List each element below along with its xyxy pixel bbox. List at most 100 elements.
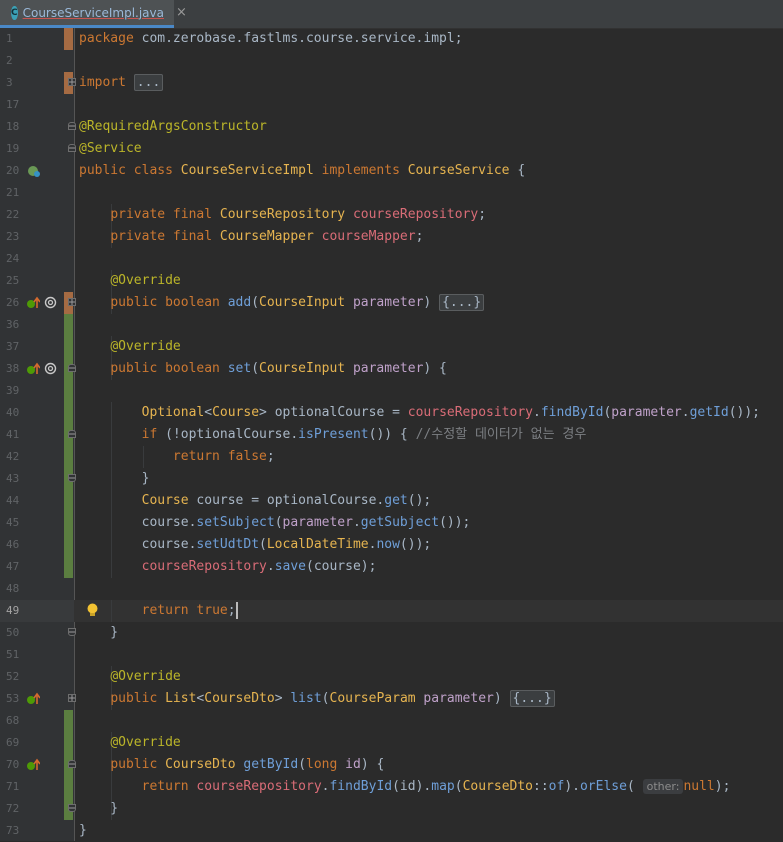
code-line[interactable]: 44 Course course = optionalCourse.get(); [0, 490, 783, 512]
line-number[interactable]: 2 [0, 50, 36, 72]
line-number[interactable]: 44 [0, 490, 36, 512]
line-number[interactable]: 22 [0, 204, 36, 226]
code-line[interactable]: 18 @RequiredArgsConstructor [0, 116, 783, 138]
code-line[interactable]: 68 [0, 710, 783, 732]
code-line[interactable]: 50 } [0, 622, 783, 644]
line-number[interactable]: 18 [0, 116, 36, 138]
line-number[interactable]: 45 [0, 512, 36, 534]
vcs-added-marker[interactable] [64, 556, 73, 578]
editor-tab[interactable]: C CourseServiceImpl.java × [0, 0, 187, 28]
close-icon[interactable]: × [176, 5, 187, 20]
line-number[interactable]: 71 [0, 776, 36, 798]
code-line[interactable]: 24 [0, 248, 783, 270]
code-text[interactable]: public boolean add(CourseInput parameter… [79, 292, 485, 314]
vcs-modified-marker[interactable] [64, 28, 73, 50]
code-line[interactable]: 37 @Override [0, 336, 783, 358]
code-line[interactable]: 1 package com.zerobase.fastlms.course.ser… [0, 28, 783, 50]
line-number[interactable]: 47 [0, 556, 36, 578]
fold-expand-icon[interactable] [68, 298, 76, 306]
code-line[interactable]: 45 course.setSubject(parameter.getSubjec… [0, 512, 783, 534]
implements-method-icon[interactable] [26, 292, 41, 314]
code-line[interactable]: 23 private final CourseMapper courseMapp… [0, 226, 783, 248]
code-text[interactable]: @RequiredArgsConstructor [79, 116, 267, 138]
fold-collapse-icon[interactable] [68, 430, 76, 438]
code-text[interactable]: public boolean set(CourseInput parameter… [79, 358, 447, 380]
code-line[interactable]: 2 [0, 50, 783, 72]
code-line[interactable]: 25 @Override [0, 270, 783, 292]
vcs-added-marker[interactable] [64, 336, 73, 358]
code-text[interactable]: return true; [79, 600, 238, 622]
line-number[interactable]: 42 [0, 446, 36, 468]
line-number[interactable]: 51 [0, 644, 36, 666]
code-text[interactable]: @Override [79, 732, 180, 754]
fold-collapse-icon[interactable] [68, 760, 76, 768]
code-line[interactable]: 36 [0, 314, 783, 336]
fold-collapse-icon[interactable] [68, 628, 76, 636]
code-text[interactable]: @Override [79, 666, 180, 688]
fold-collapse-icon[interactable] [68, 804, 76, 812]
folded-code-region[interactable]: {...} [509, 690, 555, 707]
vcs-added-marker[interactable] [64, 534, 73, 556]
vcs-added-marker[interactable] [64, 490, 73, 512]
code-text[interactable]: course.setSubject(parameter.getSubject()… [79, 512, 471, 534]
code-line[interactable]: 69 @Override [0, 732, 783, 754]
line-number[interactable]: 19 [0, 138, 36, 160]
spring-bean-icon[interactable] [26, 160, 42, 182]
code-text[interactable]: Optional<Course> optionalCourse = course… [79, 402, 760, 424]
implements-method-icon[interactable] [26, 754, 41, 776]
code-text[interactable]: @Override [79, 336, 180, 358]
code-line[interactable]: 43 } [0, 468, 783, 490]
code-text[interactable]: courseRepository.save(course); [79, 556, 377, 578]
code-text[interactable]: } [79, 468, 150, 490]
code-line[interactable]: 49 return true; [0, 600, 783, 622]
code-text[interactable]: return courseRepository.findById(id).map… [79, 776, 730, 798]
line-number[interactable]: 36 [0, 314, 36, 336]
code-line[interactable]: 52 @Override [0, 666, 783, 688]
line-number[interactable]: 43 [0, 468, 36, 490]
line-number[interactable]: 37 [0, 336, 36, 358]
code-text[interactable]: private final CourseRepository courseRep… [79, 204, 486, 226]
line-number[interactable]: 21 [0, 182, 36, 204]
code-line[interactable]: 48 [0, 578, 783, 600]
code-text[interactable]: } [79, 820, 87, 842]
line-number[interactable]: 3 [0, 72, 36, 94]
line-number[interactable]: 40 [0, 402, 36, 424]
line-number[interactable]: 39 [0, 380, 36, 402]
code-line[interactable]: 40 Optional<Course> optionalCourse = cou… [0, 402, 783, 424]
line-number[interactable]: 52 [0, 666, 36, 688]
code-text[interactable]: public class CourseServiceImpl implement… [79, 160, 525, 182]
line-number[interactable]: 72 [0, 798, 36, 820]
folded-code-region[interactable]: {...} [439, 294, 485, 311]
code-line[interactable]: 73} [0, 820, 783, 842]
line-number[interactable]: 49 [0, 600, 36, 622]
line-number[interactable]: 46 [0, 534, 36, 556]
code-line[interactable]: 46 course.setUdtDt(LocalDateTime.now()); [0, 534, 783, 556]
line-number[interactable]: 69 [0, 732, 36, 754]
line-number[interactable]: 48 [0, 578, 36, 600]
code-text[interactable]: return false; [79, 446, 275, 468]
code-line[interactable]: 47 courseRepository.save(course); [0, 556, 783, 578]
fold-collapse-icon[interactable] [68, 474, 76, 482]
code-line[interactable]: 53 public List<CourseDto> list(CoursePar… [0, 688, 783, 710]
implements-method-icon[interactable] [26, 688, 41, 710]
fold-collapse-icon[interactable] [68, 364, 76, 372]
code-text[interactable]: } [79, 798, 118, 820]
code-text[interactable]: Course course = optionalCourse.get(); [79, 490, 432, 512]
line-number[interactable]: 24 [0, 248, 36, 270]
vcs-added-marker[interactable] [64, 776, 73, 798]
code-editor[interactable]: 1 package com.zerobase.fastlms.course.ser… [0, 28, 783, 841]
code-line[interactable]: 19 @Service [0, 138, 783, 160]
fold-collapse-icon[interactable] [68, 122, 76, 130]
vcs-added-marker[interactable] [64, 314, 73, 336]
code-text[interactable]: } [79, 622, 118, 644]
vcs-added-marker[interactable] [64, 512, 73, 534]
code-line[interactable]: 22 private final CourseRepository course… [0, 204, 783, 226]
vcs-added-marker[interactable] [64, 402, 73, 424]
code-text[interactable]: import ... [79, 72, 164, 94]
implements-method-icon[interactable] [26, 358, 41, 380]
fold-collapse-icon[interactable] [68, 144, 76, 152]
code-line[interactable]: 3 import ... [0, 72, 783, 94]
line-number[interactable]: 68 [0, 710, 36, 732]
code-text[interactable]: if (!optionalCourse.isPresent()) { //수정할… [79, 424, 587, 446]
code-line[interactable]: 21 [0, 182, 783, 204]
